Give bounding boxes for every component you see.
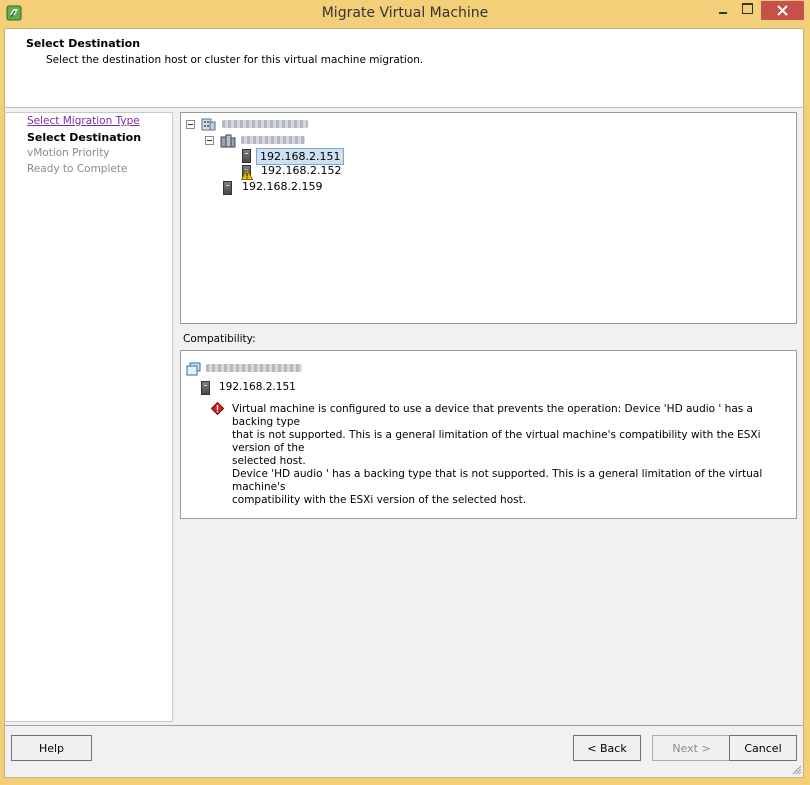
- window-title: Migrate Virtual Machine: [321, 5, 489, 21]
- server-icon: [201, 381, 210, 395]
- tree-host-192-168-2-159[interactable]: 192.168.2.159: [242, 180, 322, 193]
- compatibility-label: Compatibility:: [183, 333, 256, 345]
- maximize-icon[interactable]: [739, 2, 763, 20]
- datacenter-icon: [201, 118, 216, 131]
- server-icon: [223, 181, 232, 195]
- tree-host-192-168-2-151[interactable]: 192.168.2.151: [256, 148, 345, 165]
- next-button[interactable]: Next >: [652, 735, 731, 761]
- compat-host-label: 192.168.2.151: [219, 381, 296, 393]
- compatibility-error-message: Virtual machine is configured to use a d…: [232, 403, 763, 506]
- minimize-icon[interactable]: [712, 2, 736, 20]
- divider: [5, 725, 803, 726]
- collapse-toggle-icon[interactable]: [205, 136, 214, 145]
- help-button[interactable]: Help: [11, 735, 92, 761]
- redacted-vm-name: [206, 364, 302, 372]
- back-button[interactable]: < Back: [573, 735, 641, 761]
- cluster-icon: [220, 134, 236, 148]
- wizard-steps-nav: [6, 112, 173, 722]
- nav-step-select-destination: Select Destination: [27, 131, 142, 144]
- nav-step-vmotion-priority: vMotion Priority: [27, 147, 110, 159]
- error-icon: [211, 402, 224, 415]
- cancel-button[interactable]: Cancel: [729, 735, 797, 761]
- tree-host-192-168-2-152[interactable]: 192.168.2.152: [261, 164, 341, 177]
- collapse-toggle-icon[interactable]: [186, 120, 195, 129]
- page-subtitle: Select the destination host or cluster f…: [46, 54, 424, 66]
- vm-icon: [186, 362, 201, 376]
- server-icon: [242, 149, 251, 163]
- close-button[interactable]: [761, 1, 804, 20]
- warning-icon: [241, 169, 253, 180]
- nav-step-select-migration-type[interactable]: Select Migration Type: [27, 115, 140, 127]
- redacted-datacenter-name: [222, 120, 308, 128]
- page-title: Select Destination: [26, 37, 141, 50]
- close-icon: [777, 5, 788, 16]
- redacted-cluster-name: [241, 136, 305, 144]
- resize-grip-icon[interactable]: [792, 765, 802, 775]
- nav-step-ready-to-complete: Ready to Complete: [27, 163, 128, 175]
